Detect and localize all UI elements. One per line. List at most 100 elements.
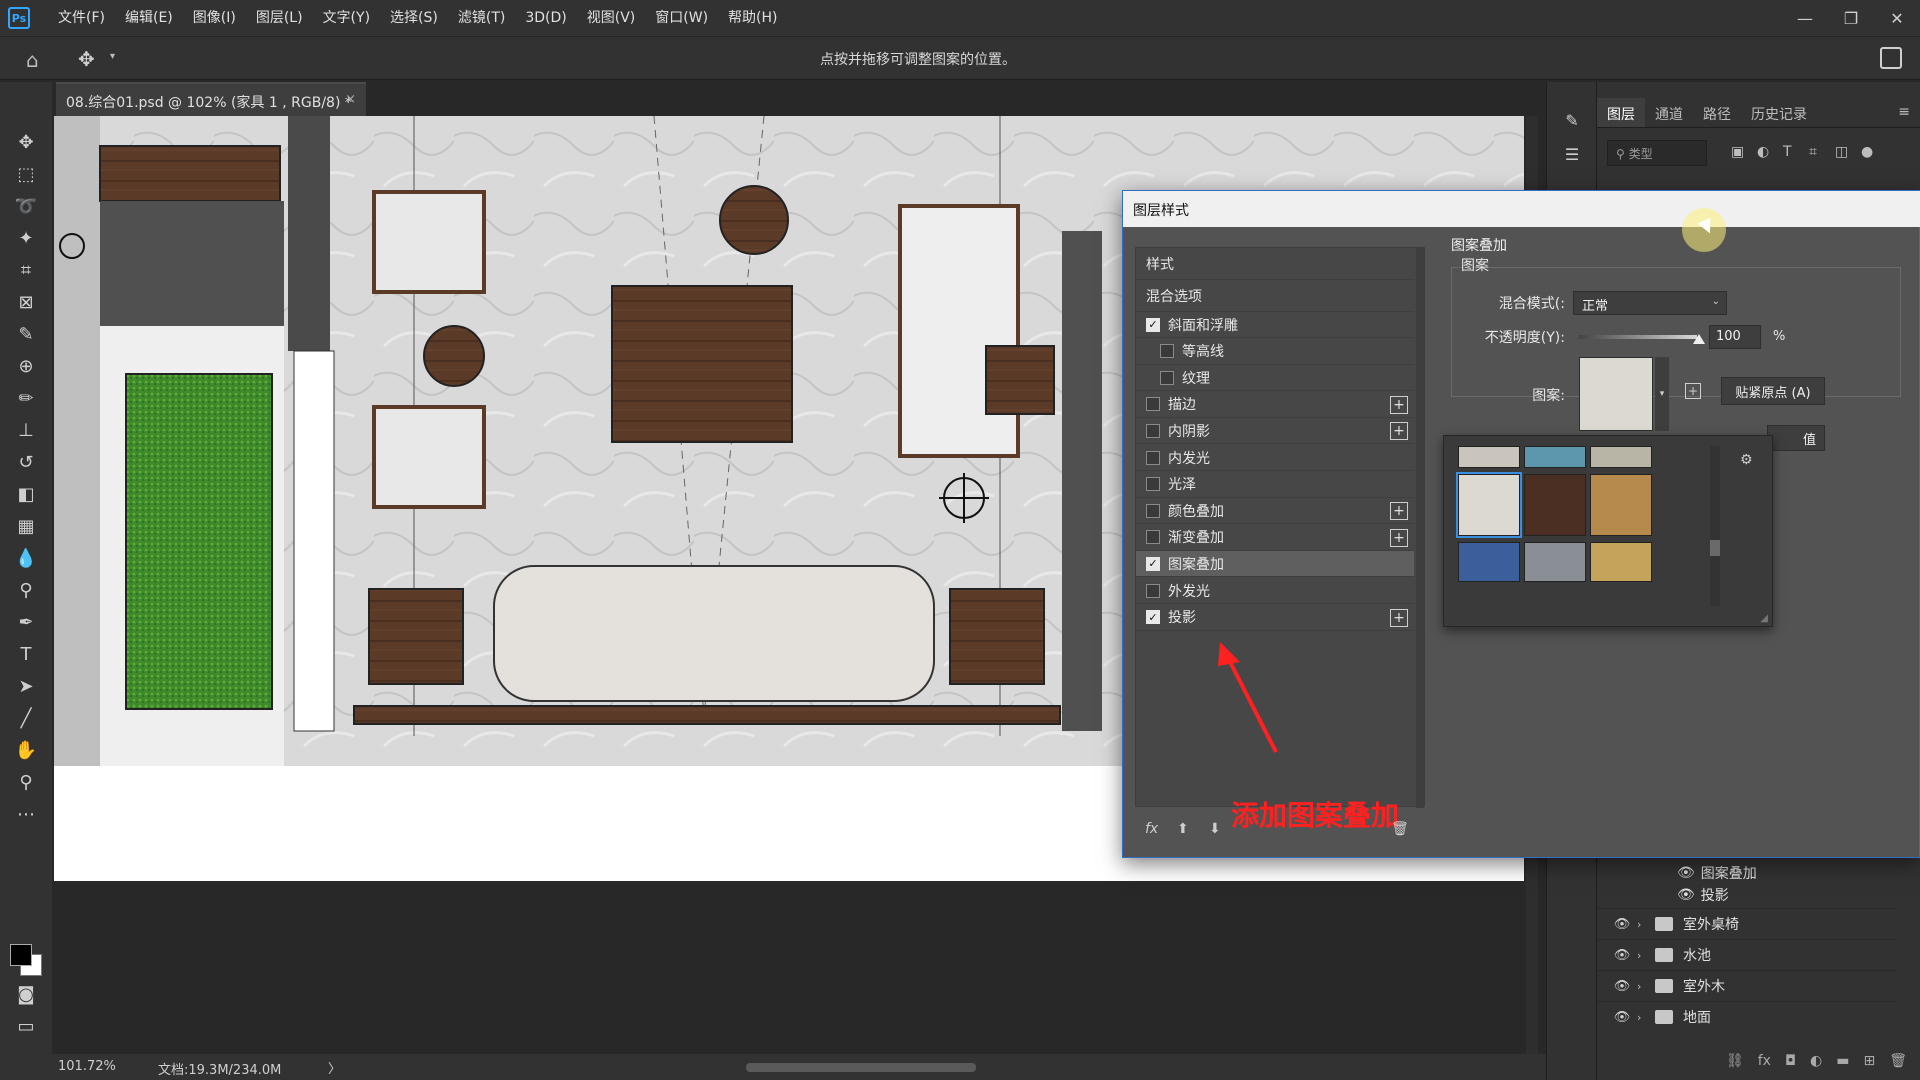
tab-history[interactable]: 历史记录 xyxy=(1741,98,1817,127)
style-row[interactable]: 外发光 xyxy=(1136,578,1414,604)
filter-toggle-icon[interactable]: ● xyxy=(1861,144,1879,162)
style-checkbox[interactable] xyxy=(1146,477,1160,492)
clone-stamp-icon[interactable]: ⊥ xyxy=(14,418,38,442)
adjustment-layer-icon[interactable]: ◐ xyxy=(1810,1053,1822,1069)
zoom-level[interactable]: 101.72% xyxy=(58,1059,116,1074)
menu-item[interactable]: 3D(D) xyxy=(515,0,576,36)
horizontal-scrollbar[interactable] xyxy=(746,1063,976,1072)
tab-channels[interactable]: 通道 xyxy=(1645,98,1693,127)
move-down-icon[interactable]: ⬇ xyxy=(1209,821,1221,837)
history-brush-icon[interactable]: ↺ xyxy=(14,450,38,474)
layer-group-pool[interactable]: 👁 › 水池 xyxy=(1597,939,1897,970)
crop-tool-icon[interactable]: ⌗ xyxy=(14,258,38,282)
move-tool-icon[interactable]: ✥ xyxy=(14,130,38,154)
menu-item[interactable]: 视图(V) xyxy=(577,0,646,36)
add-style-icon[interactable]: + xyxy=(1390,395,1408,414)
line-tool-icon[interactable]: ╱ xyxy=(14,706,38,730)
move-tool-icon[interactable]: ✥ xyxy=(78,47,102,71)
menu-item[interactable]: 文字(Y) xyxy=(313,0,380,36)
lasso-tool-icon[interactable]: ➰ xyxy=(14,194,38,218)
resize-handle[interactable]: ◢ xyxy=(1760,613,1768,624)
minimize-button[interactable]: — xyxy=(1782,0,1828,36)
adjustments-icon[interactable]: ☰ xyxy=(1560,142,1584,166)
eye-icon[interactable]: 👁 xyxy=(1677,865,1695,881)
trash-icon[interactable]: 🗑 xyxy=(1391,821,1409,837)
shape-filter-icon[interactable]: ⌗ xyxy=(1809,144,1827,162)
frame-tool-icon[interactable]: ⊠ xyxy=(14,290,38,314)
style-row[interactable]: 渐变叠加 + xyxy=(1136,525,1414,551)
foreground-color[interactable] xyxy=(10,944,32,966)
panel-menu-icon[interactable]: ≡ xyxy=(1898,104,1910,120)
styles-header[interactable]: 样式 xyxy=(1136,248,1414,280)
chevron-right-icon[interactable]: › xyxy=(1637,1011,1651,1024)
layer-group-outdoor-furniture[interactable]: 👁 › 室外桌椅 xyxy=(1597,908,1897,939)
zoom-tool-icon[interactable]: ⚲ xyxy=(14,770,38,794)
styles-scrollbar[interactable] xyxy=(1416,248,1424,808)
close-window-button[interactable]: ✕ xyxy=(1874,0,1920,36)
type-tool-icon[interactable]: T xyxy=(14,642,38,666)
style-checkbox[interactable] xyxy=(1146,450,1160,465)
eye-icon[interactable]: 👁 xyxy=(1607,948,1637,963)
opacity-input[interactable]: 100 xyxy=(1709,325,1761,349)
style-checkbox[interactable] xyxy=(1146,503,1160,518)
marquee-tool-icon[interactable]: ⬚ xyxy=(14,162,38,186)
fx-icon[interactable]: fx xyxy=(1145,821,1158,837)
tab-layers[interactable]: 图层 xyxy=(1597,98,1645,127)
layer-effect-drop-shadow[interactable]: 👁 投影 xyxy=(1677,884,1729,906)
eye-icon[interactable]: 👁 xyxy=(1677,887,1695,903)
pattern-thumbnail[interactable] xyxy=(1524,474,1586,536)
style-checkbox[interactable] xyxy=(1146,530,1160,545)
style-checkbox[interactable]: ✓ xyxy=(1146,610,1160,625)
path-selection-icon[interactable]: ➤ xyxy=(14,674,38,698)
dialog-titlebar[interactable]: 图层样式 xyxy=(1123,191,1920,227)
add-style-icon[interactable]: + xyxy=(1390,502,1408,521)
add-style-icon[interactable]: + xyxy=(1390,608,1408,627)
eye-icon[interactable]: 👁 xyxy=(1607,917,1637,932)
home-icon[interactable]: ⌂ xyxy=(26,48,50,72)
screen-mode-icon[interactable]: ▭ xyxy=(14,1014,38,1038)
blur-tool-icon[interactable]: 💧 xyxy=(14,546,38,570)
style-checkbox[interactable] xyxy=(1146,397,1160,412)
pen-tool-icon[interactable]: ✒ xyxy=(14,610,38,634)
menu-item[interactable]: 选择(S) xyxy=(380,0,448,36)
style-checkbox[interactable] xyxy=(1146,423,1160,438)
pattern-thumbnail[interactable] xyxy=(1458,446,1520,468)
menu-item[interactable]: 编辑(E) xyxy=(115,0,183,36)
blending-options[interactable]: 混合选项 xyxy=(1136,280,1414,312)
style-row[interactable]: 内发光 xyxy=(1136,445,1414,471)
restore-button[interactable]: ❐ xyxy=(1828,0,1874,36)
style-row[interactable]: 光泽 xyxy=(1136,472,1414,498)
menu-item[interactable]: 图层(L) xyxy=(246,0,313,36)
menu-item[interactable]: 滤镜(T) xyxy=(448,0,515,36)
pattern-thumbnail[interactable] xyxy=(1456,472,1522,538)
quick-mask-icon[interactable]: ◙ xyxy=(14,982,38,1006)
chevron-right-icon[interactable]: › xyxy=(1637,918,1651,931)
style-row[interactable]: ✓ 投影 + xyxy=(1136,605,1414,631)
hand-tool-icon[interactable]: ✋ xyxy=(14,738,38,762)
popup-scrollbar[interactable] xyxy=(1710,446,1720,606)
healing-brush-icon[interactable]: ⊕ xyxy=(14,354,38,378)
pattern-thumbnail[interactable] xyxy=(1524,446,1586,468)
pattern-thumbnail[interactable] xyxy=(1524,542,1586,582)
eye-icon[interactable]: 👁 xyxy=(1607,979,1637,994)
trash-icon[interactable]: 🗑 xyxy=(1889,1053,1907,1069)
pattern-swatch[interactable] xyxy=(1579,357,1653,431)
blend-mode-select[interactable]: 正常 ⌄ xyxy=(1573,291,1727,315)
style-row[interactable]: ✓ 图案叠加 xyxy=(1136,551,1414,578)
document-tab[interactable]: 08.综合01.psd @ 102% (家具 1 , RGB/8) * × xyxy=(56,82,366,116)
tab-paths[interactable]: 路径 xyxy=(1693,98,1741,127)
style-row[interactable]: 内阴影 + xyxy=(1136,418,1414,445)
opacity-slider[interactable] xyxy=(1579,335,1697,339)
style-row[interactable]: 纹理 xyxy=(1136,365,1414,392)
new-group-icon[interactable]: ▬ xyxy=(1836,1053,1849,1069)
chevron-right-icon[interactable]: › xyxy=(1637,949,1651,962)
dodge-tool-icon[interactable]: ⚲ xyxy=(14,578,38,602)
add-style-icon[interactable]: + xyxy=(1390,528,1408,547)
pattern-thumbnail[interactable] xyxy=(1590,474,1652,536)
image-filter-icon[interactable]: ▣ xyxy=(1731,144,1749,162)
layer-effect-pattern-overlay[interactable]: 👁 图案叠加 xyxy=(1677,862,1757,884)
chevron-down-icon[interactable]: ▾ xyxy=(1655,357,1669,431)
link-icon[interactable]: ⛓ xyxy=(1726,1053,1744,1069)
pattern-thumbnail[interactable] xyxy=(1590,446,1652,468)
fx-icon[interactable]: fx xyxy=(1758,1053,1771,1069)
